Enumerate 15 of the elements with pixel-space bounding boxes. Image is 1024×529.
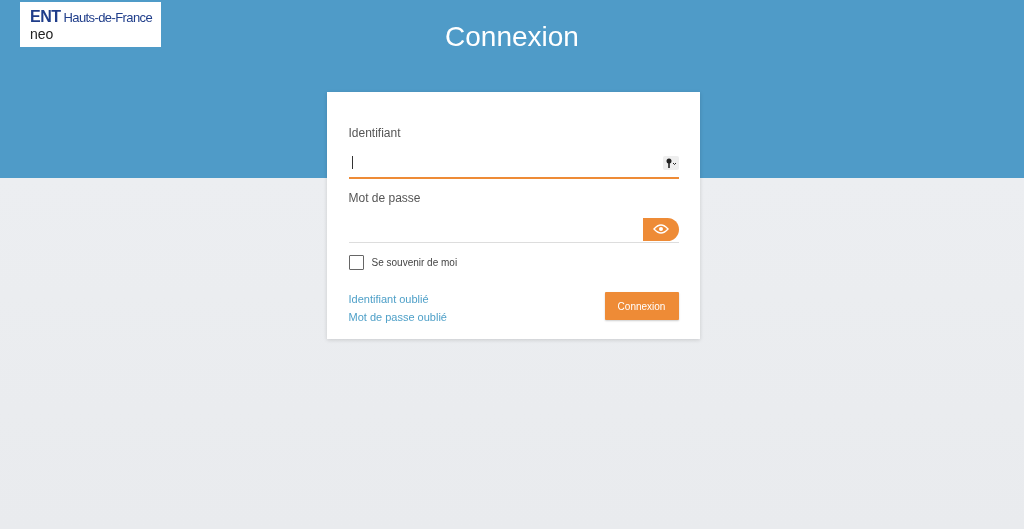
forgot-link[interactable]: Mot de passe oublié bbox=[348, 311, 447, 323]
logo-brand: ENT bbox=[30, 8, 61, 26]
eye-icon bbox=[652, 224, 669, 234]
remember-checkbox[interactable] bbox=[348, 255, 364, 270]
field-label: Mot de passe bbox=[348, 191, 422, 207]
remember-label: Se souvenir de moi bbox=[371, 257, 458, 268]
login-button[interactable]: Connexion bbox=[604, 292, 679, 320]
logo-region: Hauts-de-France bbox=[63, 10, 153, 25]
field-label: Identifiant bbox=[348, 126, 402, 142]
show-password-button[interactable] bbox=[642, 217, 679, 241]
forgot-link[interactable]: Identifiant oublié bbox=[348, 293, 447, 305]
logo-product: neo bbox=[30, 26, 55, 42]
key-icon[interactable] bbox=[662, 156, 679, 170]
text-cursor bbox=[351, 156, 353, 169]
page-title: Connexion bbox=[445, 20, 579, 54]
